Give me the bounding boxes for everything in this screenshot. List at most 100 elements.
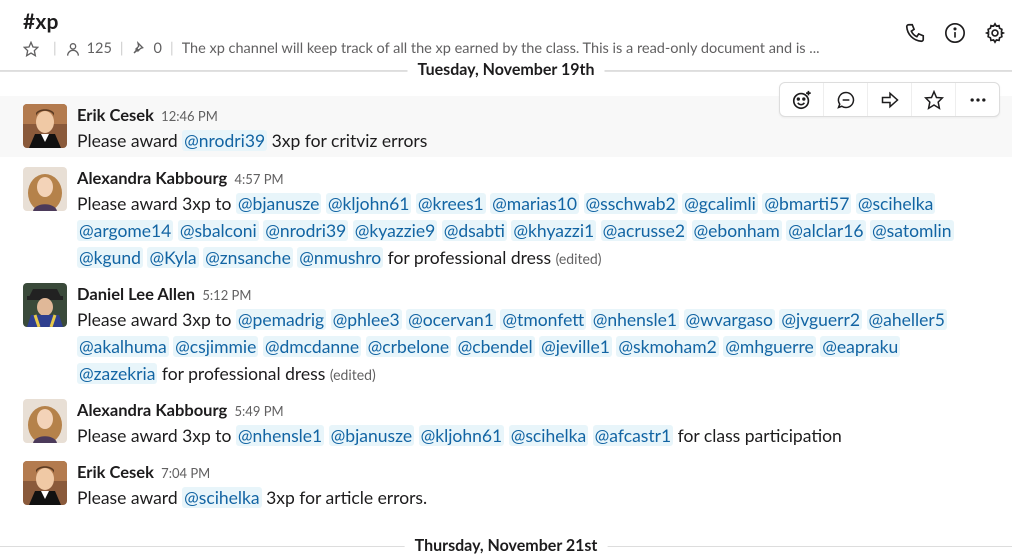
user-mention[interactable]: @nmushro bbox=[297, 247, 384, 268]
user-mention[interactable]: @akalhuma bbox=[77, 336, 169, 357]
message-body: Erik Cesek 7:04 PM Please award @scihelk… bbox=[77, 461, 982, 511]
user-mention[interactable]: @aheller5 bbox=[866, 309, 947, 330]
message-author[interactable]: Alexandra Kabbourg bbox=[77, 400, 227, 420]
user-mention[interactable]: @mhguerre bbox=[723, 336, 816, 357]
user-mention[interactable]: @krees1 bbox=[415, 193, 486, 214]
user-mention[interactable]: @zazekria bbox=[77, 363, 158, 384]
message[interactable]: Erik Cesek 7:04 PM Please award @scihelk… bbox=[0, 459, 1012, 515]
user-mention[interactable]: @kljohn61 bbox=[418, 425, 505, 446]
user-mention[interactable]: @jvguerr2 bbox=[779, 309, 863, 330]
message-text: Please award @scihelka 3xp for article e… bbox=[77, 484, 982, 511]
user-mention[interactable]: @ebonham bbox=[691, 220, 782, 241]
message-timestamp[interactable]: 7:04 PM bbox=[161, 465, 210, 481]
user-mention[interactable]: @dmcdanne bbox=[262, 336, 362, 357]
info-icon[interactable] bbox=[942, 20, 968, 46]
user-mention[interactable]: @skmoham2 bbox=[616, 336, 719, 357]
avatar[interactable] bbox=[23, 283, 67, 327]
day-divider-label[interactable]: Thursday, November 21st bbox=[404, 536, 608, 555]
user-mention[interactable]: @nrodri39 bbox=[182, 130, 268, 151]
user-mention[interactable]: @marias10 bbox=[490, 193, 580, 214]
avatar[interactable] bbox=[23, 167, 67, 211]
user-mention[interactable]: @bjanusze bbox=[235, 193, 322, 214]
phone-icon[interactable] bbox=[902, 20, 928, 46]
message-timestamp[interactable]: 5:12 PM bbox=[202, 287, 251, 303]
channel-meta: | 125 | 0 | The xp channel will keep tra… bbox=[23, 40, 820, 57]
save-star-icon[interactable] bbox=[912, 83, 956, 116]
user-mention[interactable]: @Kyla bbox=[147, 247, 199, 268]
user-mention[interactable]: @nhensle1 bbox=[590, 309, 680, 330]
message-timestamp[interactable]: 12:46 PM bbox=[161, 108, 218, 124]
message-text: Please award 3xp to @bjanusze @kljohn61 … bbox=[77, 190, 982, 272]
message-text: Please award @nrodri39 3xp for critviz e… bbox=[77, 127, 982, 154]
message-author[interactable]: Erik Cesek bbox=[77, 462, 154, 482]
user-mention[interactable]: @tmonfett bbox=[500, 309, 587, 330]
user-mention[interactable]: @scihelka bbox=[182, 487, 262, 508]
user-mention[interactable]: @acrusse2 bbox=[600, 220, 688, 241]
edited-label: (edited) bbox=[555, 250, 602, 267]
message[interactable]: Erik Cesek 12:46 PM Please award @nrodri… bbox=[0, 82, 1012, 157]
message-body: Daniel Lee Allen 5:12 PM Please award 3x… bbox=[77, 283, 982, 388]
user-mention[interactable]: @phlee3 bbox=[330, 309, 402, 330]
user-mention[interactable]: @znsanche bbox=[203, 247, 293, 268]
avatar[interactable] bbox=[23, 399, 67, 443]
user-mention[interactable]: @cbendel bbox=[455, 336, 535, 357]
message-suffix: 3xp for article errors. bbox=[266, 487, 428, 508]
member-count[interactable]: 125 bbox=[87, 40, 112, 57]
user-mention[interactable]: @satomlin bbox=[870, 220, 954, 241]
user-mention[interactable]: @nhensle1 bbox=[235, 425, 325, 446]
user-mention[interactable]: @sbalconi bbox=[177, 220, 259, 241]
user-mention[interactable]: @wvargaso bbox=[683, 309, 775, 330]
user-mention[interactable]: @scihelka bbox=[508, 425, 589, 446]
user-mention[interactable]: @khyazzi1 bbox=[511, 220, 597, 241]
message-author[interactable]: Daniel Lee Allen bbox=[77, 284, 195, 304]
channel-name[interactable]: #xp bbox=[23, 9, 59, 34]
user-mention[interactable]: @scihelka bbox=[855, 193, 936, 214]
user-mention[interactable]: @afcastr1 bbox=[592, 425, 674, 446]
message-timestamp[interactable]: 4:57 PM bbox=[235, 171, 284, 187]
user-mention[interactable]: @eapraku bbox=[820, 336, 901, 357]
user-mention[interactable]: @jeville1 bbox=[539, 336, 612, 357]
message[interactable]: Alexandra Kabbourg 4:57 PM Please award … bbox=[0, 165, 1012, 273]
message-suffix: 3xp for critviz errors bbox=[271, 130, 428, 151]
user-mention[interactable]: @argome14 bbox=[77, 220, 174, 241]
day-divider-label[interactable]: Tuesday, November 19th bbox=[407, 60, 605, 79]
user-mention[interactable]: @ocervan1 bbox=[406, 309, 496, 330]
message-body: Alexandra Kabbourg 5:49 PM Please award … bbox=[77, 399, 982, 449]
message-prefix: Please award 3xp to bbox=[77, 193, 232, 214]
user-mention[interactable]: @nrodri39 bbox=[263, 220, 349, 241]
header-actions bbox=[902, 20, 1008, 46]
pin-count[interactable]: 0 bbox=[154, 40, 162, 57]
message[interactable]: Alexandra Kabbourg 5:49 PM Please award … bbox=[0, 397, 1012, 453]
pin-icon[interactable] bbox=[132, 40, 148, 57]
message-prefix: Please award bbox=[77, 487, 178, 508]
message-author[interactable]: Alexandra Kabbourg bbox=[77, 168, 227, 188]
user-mention[interactable]: @alclar16 bbox=[786, 220, 866, 241]
message-author[interactable]: Erik Cesek bbox=[77, 105, 154, 125]
user-mention[interactable]: @dsabti bbox=[441, 220, 507, 241]
gear-icon[interactable] bbox=[982, 20, 1008, 46]
member-icon[interactable] bbox=[65, 41, 81, 57]
star-icon[interactable] bbox=[23, 40, 39, 57]
user-mention[interactable]: @kgund bbox=[77, 247, 143, 268]
reply-thread-icon[interactable] bbox=[824, 83, 868, 116]
user-mention[interactable]: @kyazzie9 bbox=[352, 220, 438, 241]
add-reaction-icon[interactable] bbox=[780, 83, 824, 116]
user-mention[interactable]: @pemadrig bbox=[235, 309, 327, 330]
user-mention[interactable]: @bmarti57 bbox=[762, 193, 852, 214]
user-mention[interactable]: @kljohn61 bbox=[325, 193, 412, 214]
message-timestamp[interactable]: 5:49 PM bbox=[235, 403, 284, 419]
message-text: Please award 3xp to @nhensle1 @bjanusze … bbox=[77, 422, 982, 449]
message-text: Please award 3xp to @pemadrig @phlee3 @o… bbox=[77, 306, 982, 388]
share-message-icon[interactable] bbox=[868, 83, 912, 116]
user-mention[interactable]: @crbelone bbox=[365, 336, 452, 357]
channel-topic[interactable]: The xp channel will keep track of all th… bbox=[182, 40, 820, 57]
more-actions-icon[interactable] bbox=[956, 83, 999, 116]
message[interactable]: Daniel Lee Allen 5:12 PM Please award 3x… bbox=[0, 281, 1012, 389]
user-mention[interactable]: @sschwab2 bbox=[583, 193, 678, 214]
user-mention[interactable]: @bjanusze bbox=[328, 425, 415, 446]
user-mention[interactable]: @csjimmie bbox=[173, 336, 259, 357]
user-mention[interactable]: @gcalimli bbox=[682, 193, 758, 214]
avatar[interactable] bbox=[23, 104, 67, 148]
avatar[interactable] bbox=[23, 461, 67, 505]
day-divider: Thursday, November 21st bbox=[0, 536, 1012, 556]
